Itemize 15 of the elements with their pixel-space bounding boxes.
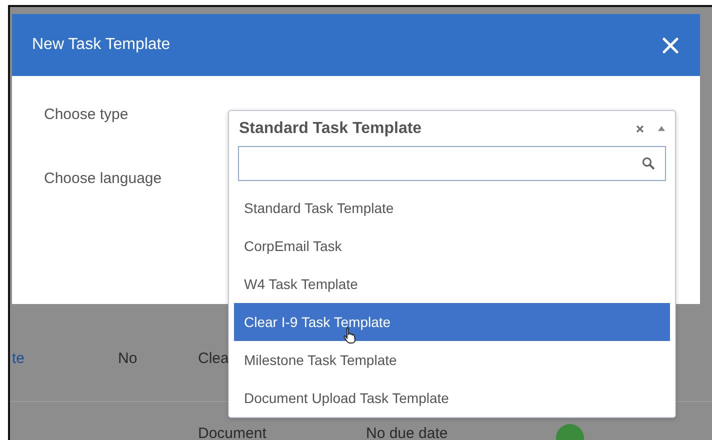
table-cell: No — [118, 350, 138, 366]
dropdown-option[interactable]: CorpEmail Task — [234, 227, 670, 265]
field-label: Choose language — [44, 170, 162, 187]
field-label: Choose type — [44, 106, 128, 123]
table-cell: No due date — [366, 425, 448, 440]
dropdown-option[interactable]: Document Upload Task Template — [234, 379, 670, 417]
dropdown-option[interactable]: Standard Task Template — [234, 189, 670, 227]
table-cell: Document — [198, 425, 266, 440]
table-cell: te — [12, 350, 25, 366]
dropdown-option[interactable]: Clear I-9 Task Template — [234, 303, 670, 341]
type-select[interactable]: Standard Task Template — [229, 111, 675, 146]
dropdown-option[interactable]: Milestone Task Template — [234, 341, 670, 379]
dropdown-option[interactable]: W4 Task Template — [234, 265, 670, 303]
table-cell: Clea — [198, 350, 229, 366]
dialog-title: New Task Template — [32, 36, 170, 54]
